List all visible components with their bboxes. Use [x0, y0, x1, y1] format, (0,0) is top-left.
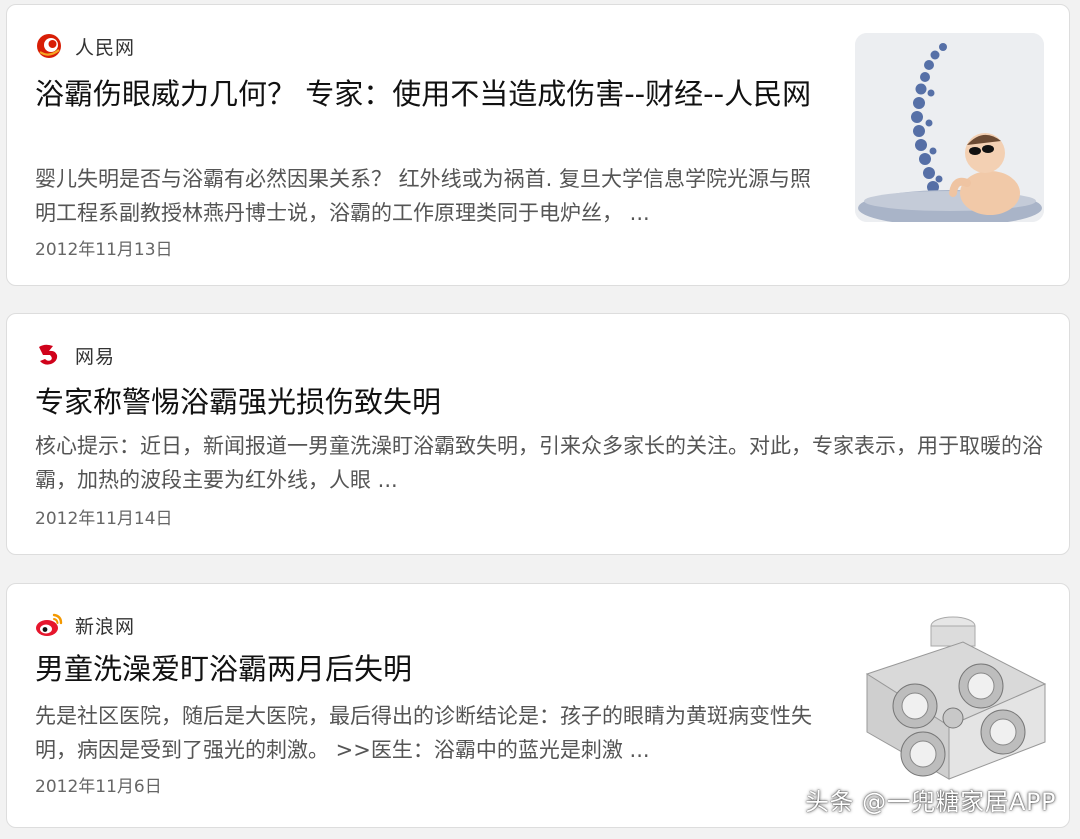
search-result-card[interactable]: 网易 专家称警惕浴霸强光损伤致失明 核心提示：近日，新闻报道一男童洗澡盯浴霸致失… [6, 313, 1070, 555]
sina-weibo-logo-icon [35, 611, 63, 639]
result-snippet: 婴儿失明是否与浴霸有必然因果关系？ 红外线或为祸首. 复旦大学信息学院光源与照明… [35, 167, 812, 225]
renminwang-logo-icon [35, 32, 63, 60]
bath-heater-lamp-image[interactable] [853, 614, 1053, 784]
result-date: 2012年11月6日 [35, 777, 162, 797]
result-snippet: 先是社区医院，随后是大医院，最后得出的诊断结论是：孩子的眼睛为黄斑病变性失明，病… [35, 704, 812, 762]
source-name: 新浪网 [75, 615, 136, 638]
baby-in-bathtub-image[interactable] [855, 33, 1044, 222]
result-title-link[interactable]: 专家称警惕浴霸强光损伤致失明 [35, 381, 1035, 423]
result-snippet: 核心提示：近日，新闻报道一男童洗澡盯浴霸致失明，引来众多家长的关注。对此，专家表… [35, 434, 1043, 492]
source-name: 人民网 [75, 36, 136, 59]
result-title-link[interactable]: 浴霸伤眼威力几何？ 专家：使用不当造成伤害--财经--人民网 [35, 73, 825, 115]
result-source: 网易 [35, 340, 115, 370]
result-source: 新浪网 [35, 610, 135, 640]
search-result-card[interactable]: 人民网 浴霸伤眼威力几何？ 专家：使用不当造成伤害--财经--人民网 婴儿失明是… [6, 4, 1070, 286]
result-date: 2012年11月13日 [35, 240, 173, 260]
result-date: 2012年11月14日 [35, 509, 173, 529]
result-title-link[interactable]: 男童洗澡爱盯浴霸两月后失明 [35, 648, 825, 690]
source-name: 网易 [75, 345, 116, 368]
netease-logo-icon [35, 341, 63, 369]
result-source: 人民网 [35, 31, 135, 61]
watermark-text: 头条 @一兜糖家居APP [805, 788, 1056, 816]
